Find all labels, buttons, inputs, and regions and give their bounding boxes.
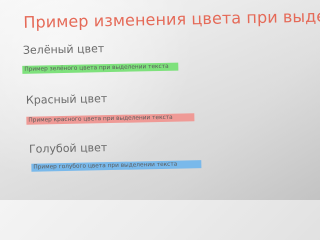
screenshot-stage: Пример изменения цвета при выделении Зел… bbox=[0, 0, 320, 200]
page-title: Пример изменения цвета при выделении bbox=[23, 5, 320, 32]
red-section-heading: Красный цвет bbox=[25, 92, 108, 107]
green-selection-example: Пример зелёного цвета при выделении текс… bbox=[22, 62, 179, 74]
green-section-heading: Зелёный цвет bbox=[22, 42, 105, 57]
red-selection-example: Пример красного цвета при выделении текс… bbox=[26, 113, 195, 125]
blue-section-heading: Голубой цвет bbox=[28, 141, 108, 156]
document-page: Пример изменения цвета при выделении Зел… bbox=[8, 0, 320, 200]
blue-selection-example: Пример голубого цвета при выделении текс… bbox=[31, 160, 202, 172]
